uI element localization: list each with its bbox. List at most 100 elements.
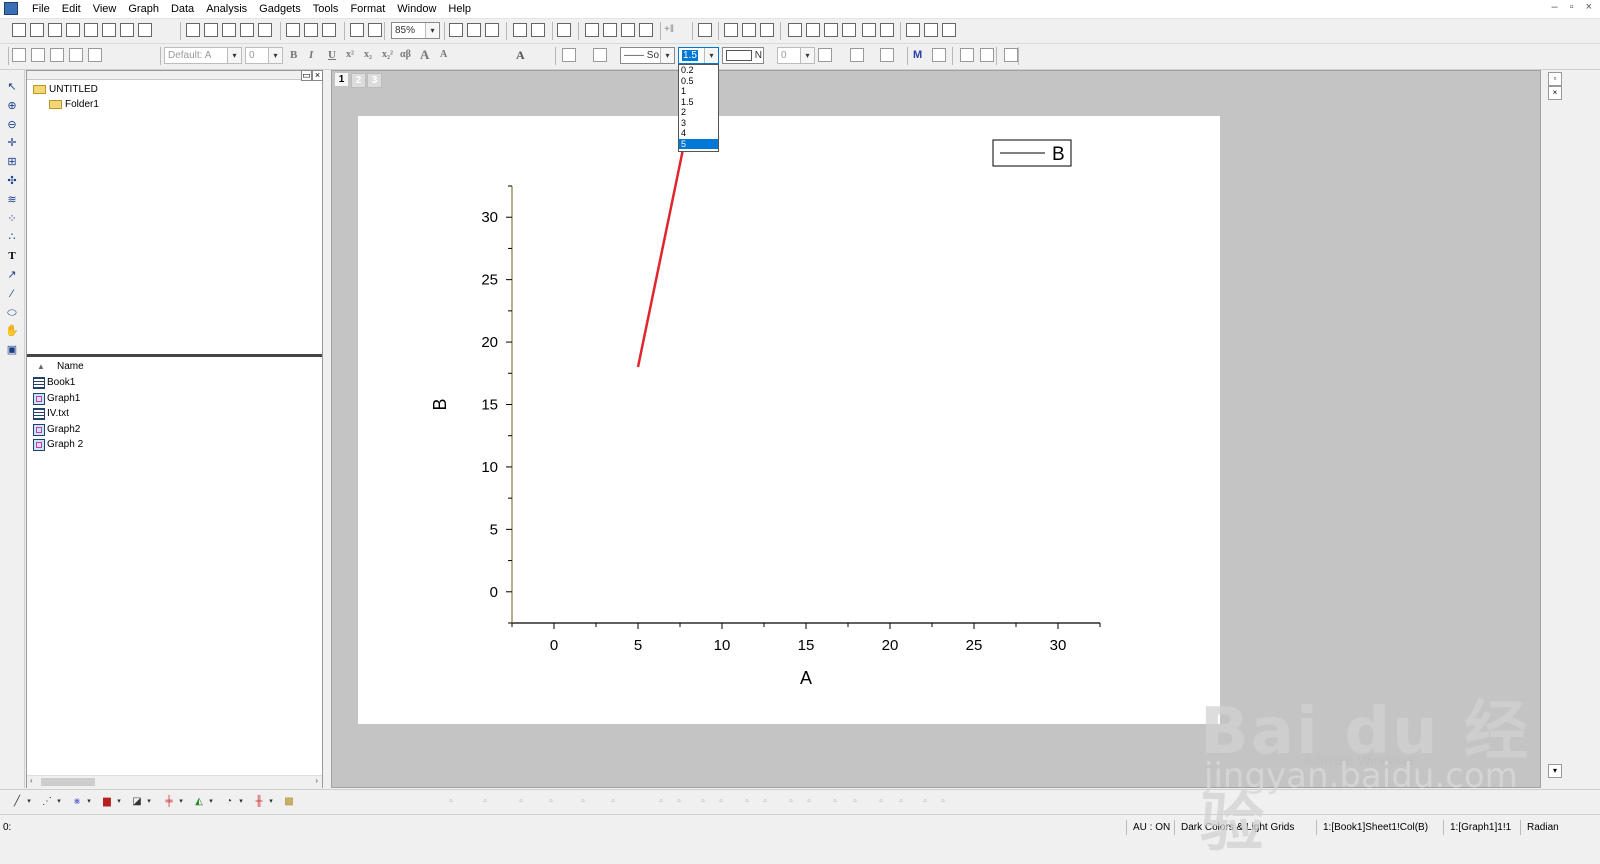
font-combo[interactable]: Default: A ▾	[164, 47, 242, 64]
bold-button[interactable]: B	[290, 49, 297, 61]
chevron-down-icon[interactable]: ▾	[237, 795, 245, 809]
graph-page[interactable]	[358, 116, 1220, 724]
code-builder-icon[interactable]	[513, 23, 527, 37]
grid-icon[interactable]	[850, 48, 864, 62]
layer-tab-2[interactable]: 2	[351, 73, 366, 88]
list-item[interactable]: Graph2	[47, 424, 80, 436]
layout-tool-icon[interactable]: ▫	[874, 795, 888, 809]
new-project-icon[interactable]	[12, 23, 26, 37]
shape-tool-icon[interactable]: ⬭	[5, 306, 19, 320]
add-layer-button[interactable]: +‖	[664, 24, 674, 35]
layout-tool-icon[interactable]: ▫	[654, 795, 668, 809]
copy-page-icon[interactable]	[467, 23, 481, 37]
zoom-out-icon[interactable]: ⊖	[5, 118, 19, 132]
zoom-combo[interactable]: 85% ▾	[391, 22, 440, 39]
layout-tool-icon[interactable]: ▫	[918, 795, 932, 809]
layer-right-icon[interactable]	[806, 23, 820, 37]
chevron-down-icon[interactable]: ▾	[177, 795, 185, 809]
menu-tools[interactable]: Tools	[307, 2, 345, 16]
line-width-option[interactable]: 0.2	[679, 65, 718, 76]
layout-tool-icon[interactable]: ▫	[828, 795, 842, 809]
pin-icon[interactable]: ▭	[301, 70, 312, 81]
layout-tool-icon[interactable]: ▫	[444, 795, 458, 809]
restore-icon[interactable]: ▫	[1548, 72, 1562, 86]
close-icon[interactable]: ×	[1586, 1, 1592, 13]
pin-icon[interactable]	[88, 48, 102, 62]
project-explorer-icon[interactable]	[557, 23, 571, 37]
close-icon[interactable]: ×	[312, 70, 323, 81]
layout-tool-icon[interactable]: ▫	[696, 795, 710, 809]
command-window-icon[interactable]	[639, 23, 653, 37]
sort-up-icon[interactable]: ▲	[37, 361, 45, 373]
extract-layer-icon[interactable]	[724, 23, 738, 37]
open-icon[interactable]	[186, 23, 200, 37]
draw-data-icon[interactable]: ≋	[5, 193, 19, 207]
open-template-icon[interactable]	[204, 23, 218, 37]
lock-icon[interactable]	[1004, 48, 1018, 62]
pointer-icon[interactable]: ↖	[5, 80, 19, 94]
chevron-down-icon[interactable]: ▾	[227, 48, 241, 63]
menu-format[interactable]: Format	[344, 2, 391, 16]
line-width-option[interactable]: 1	[679, 86, 718, 97]
insert-graph-icon[interactable]: ▣	[5, 343, 19, 357]
chevron-down-icon[interactable]: ▾	[115, 795, 123, 809]
mask-off-icon[interactable]	[932, 48, 946, 62]
x-axis-label[interactable]: A	[800, 668, 812, 688]
layer-tab-3[interactable]: 3	[367, 73, 382, 88]
chevron-down-icon[interactable]: ▾	[268, 48, 282, 63]
chevron-down-icon[interactable]: ▾	[800, 48, 814, 63]
chevron-down-icon[interactable]: ▾	[704, 48, 718, 63]
menu-help[interactable]: Help	[442, 2, 477, 16]
layer-sm2-icon[interactable]	[862, 23, 876, 37]
line-color-icon[interactable]	[593, 48, 607, 62]
font-size-combo[interactable]: 0 ▾	[245, 47, 283, 64]
results-log-icon[interactable]	[531, 23, 545, 37]
supsub-button[interactable]: x₂²	[382, 49, 393, 60]
merge-graphs-icon[interactable]	[742, 23, 756, 37]
scatter-plot-icon[interactable]: ⋰	[40, 795, 54, 809]
layout-tool-icon[interactable]: ▫	[758, 795, 772, 809]
print-icon[interactable]	[449, 23, 463, 37]
layout-tool-icon[interactable]: ▫	[936, 795, 950, 809]
line-tool-icon[interactable]: ∕	[5, 287, 19, 301]
add-text-icon[interactable]	[31, 48, 45, 62]
layout-tool-icon[interactable]: ▫	[514, 795, 528, 809]
superscript-button[interactable]: x²	[346, 49, 354, 60]
increase-font-button[interactable]: A	[420, 47, 429, 63]
new-layout-icon[interactable]	[120, 23, 134, 37]
fill-color-icon[interactable]	[562, 48, 576, 62]
layer-bottom-icon[interactable]	[788, 23, 802, 37]
layer-tab-1[interactable]: 1	[335, 73, 348, 86]
arrow-tool-icon[interactable]: ↗	[5, 268, 19, 282]
data-selector-icon[interactable]: ✣	[5, 174, 19, 188]
chevron-down-icon[interactable]: ▾	[207, 795, 215, 809]
menu-analysis[interactable]: Analysis	[200, 2, 253, 16]
bar-chart-icon[interactable]	[50, 48, 64, 62]
edit-mode-icon[interactable]	[12, 48, 26, 62]
data-display-icon[interactable]	[906, 23, 920, 37]
scroll-down-icon[interactable]: ▾	[1548, 764, 1562, 778]
area-plot-icon[interactable]: ◭	[192, 795, 206, 809]
hand-icon[interactable]: ✋	[5, 324, 19, 338]
line-width-option[interactable]: 3	[679, 118, 718, 129]
restore-icon[interactable]: ▫	[1570, 1, 1574, 13]
align-h-icon[interactable]	[960, 48, 974, 62]
project-root[interactable]: UNTITLED	[49, 84, 98, 96]
close-icon[interactable]: ×	[1548, 86, 1562, 100]
list-item[interactable]: Graph 2	[47, 439, 83, 451]
duplicate-icon[interactable]	[350, 23, 364, 37]
layout-tool-icon[interactable]: ▫	[802, 795, 816, 809]
export-page-icon[interactable]	[485, 23, 499, 37]
decrease-font-button[interactable]: A	[440, 49, 447, 60]
subscript-button[interactable]: x₂	[364, 49, 372, 60]
new-notes-icon[interactable]	[138, 23, 152, 37]
new-excel-icon[interactable]	[48, 23, 62, 37]
explorer-splitter[interactable]	[27, 354, 322, 357]
layout-tool-icon[interactable]: ▫	[672, 795, 686, 809]
chevron-down-icon[interactable]: ▾	[55, 795, 63, 809]
minimize-icon[interactable]: –	[1552, 1, 1558, 13]
line-plot-icon[interactable]: ╱	[10, 795, 24, 809]
data-reader-icon[interactable]: ✛	[5, 136, 19, 150]
menu-window[interactable]: Window	[391, 2, 442, 16]
graph-rescale-icon[interactable]	[585, 23, 599, 37]
